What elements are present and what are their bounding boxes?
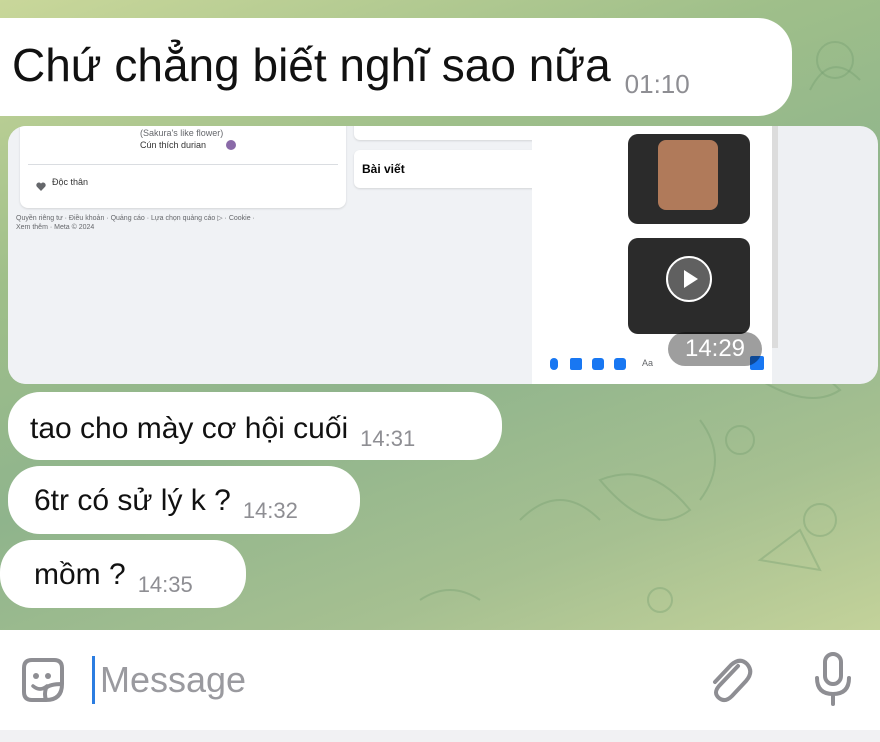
play-icon: [666, 256, 712, 302]
screenshot-intro-card: (Sakura's like flower) Cún thích durian …: [20, 126, 346, 208]
message-text: tao cho mày cơ hội cuối: [30, 412, 349, 445]
message-time: 14:32: [242, 498, 298, 523]
sticker-icon[interactable]: [16, 654, 70, 708]
emoji-icon: [226, 140, 236, 150]
message-bubble[interactable]: 6tr có sử lý k ? 14:32: [8, 466, 360, 534]
message-bubble[interactable]: mồm ? 14:35: [0, 540, 246, 608]
gallery-icon: [570, 358, 582, 370]
mic-icon: [550, 358, 558, 370]
video-thumbnail: [628, 134, 750, 224]
message-bubble[interactable]: Chứ chẳng biết nghĩ sao nữa 01:10: [0, 18, 792, 116]
heart-icon: [36, 178, 46, 191]
message-text: mồm ?: [34, 558, 126, 591]
screenshot-posts-tab: Bài viết: [362, 162, 405, 176]
screenshot-footer: Xem thêm · Meta © 2024: [16, 224, 95, 231]
microphone-icon[interactable]: [808, 650, 858, 710]
chat-background: Chứ chẳng biết nghĩ sao nữa 01:10 (Sakura…: [0, 0, 880, 630]
screenshot-card-line: Cún thích durian: [140, 140, 207, 150]
sticker-icon: [592, 358, 604, 370]
gif-icon: [614, 358, 626, 370]
screenshot-card-line: (Sakura's like flower): [140, 128, 224, 138]
screenshot-profile-panel: (Sakura's like flower) Cún thích durian …: [8, 126, 538, 384]
screenshot-composer-placeholder: Aa: [642, 358, 654, 368]
paperclip-icon[interactable]: [702, 652, 756, 708]
message-input[interactable]: [100, 652, 660, 708]
screenshot-posts-card: Bài viết: [354, 150, 538, 188]
message-time: 14:35: [137, 572, 193, 597]
screenshot-card: [354, 126, 538, 140]
image-message[interactable]: (Sakura's like flower) Cún thích durian …: [8, 126, 878, 384]
screenshot-footer: Quyền riêng tư · Điều khoản · Quảng cáo …: [16, 215, 255, 222]
scrollbar: [772, 126, 778, 348]
message-time: 14:31: [360, 426, 416, 451]
message-time: 01:10: [624, 69, 690, 99]
video-thumbnail: [628, 238, 750, 334]
message-bubble[interactable]: tao cho mày cơ hội cuối 14:31: [8, 392, 502, 460]
message-time: 14:29: [668, 332, 762, 366]
screenshot-status: Độc thân: [52, 177, 89, 187]
divider: [28, 164, 338, 165]
message-text: Chứ chẳng biết nghĩ sao nữa: [12, 39, 611, 91]
home-indicator-area: [0, 730, 880, 742]
message-text: 6tr có sử lý k ?: [34, 484, 231, 517]
text-cursor: [92, 656, 95, 704]
